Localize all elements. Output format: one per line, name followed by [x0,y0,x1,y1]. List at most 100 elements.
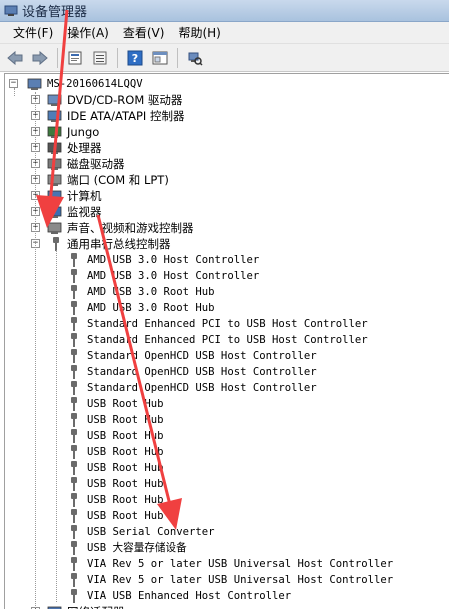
usb-device-icon [69,381,79,395]
usb-device-label: USB Serial Converter [87,526,215,538]
tree-category[interactable]: + 端口 (COM 和 LPT) [5,172,445,188]
usb-device-item[interactable]: AMD USB 3.0 Host Controller [5,252,445,268]
category-label: DVD/CD-ROM 驱动器 [67,93,183,107]
details-icon [93,51,107,64]
computer-icon [27,77,43,91]
ide-controller-icon [47,109,63,123]
usb-device-label: AMD USB 3.0 Root Hub [87,302,215,314]
usb-device-item[interactable]: USB Root Hub [5,460,445,476]
monitor-icon [47,205,63,219]
tree-category[interactable]: + 计算机 [5,188,445,204]
usb-device-icon [69,301,79,315]
usb-device-icon [69,349,79,363]
usb-device-item[interactable]: USB Root Hub [5,444,445,460]
usb-device-icon [69,541,79,555]
menu-file[interactable]: 文件(F) [6,22,60,43]
usb-device-icon [69,477,79,491]
usb-device-label: Standard OpenHCD USB Host Controller [87,350,317,362]
usb-device-item[interactable]: Standard Enhanced PCI to USB Host Contro… [5,332,445,348]
menu-help[interactable]: 帮助(H) [171,22,227,43]
network-adapter-icon [47,605,63,609]
category-label: IDE ATA/ATAPI 控制器 [67,109,185,123]
tree-category[interactable]: + 处理器 [5,140,445,156]
tree-category[interactable]: + DVD/CD-ROM 驱动器 [5,92,445,108]
category-label: 网络适配器 [67,604,125,609]
usb-device-icon [69,365,79,379]
usb-device-item[interactable]: Standard OpenHCD USB Host Controller [5,348,445,364]
tree-row[interactable]: − MS-20160614LQQV [5,76,445,92]
usb-device-label: AMD USB 3.0 Host Controller [87,270,260,282]
usb-device-item[interactable]: VIA Rev 5 or later USB Universal Host Co… [5,556,445,572]
usb-device-icon [69,317,79,331]
window-title: 设备管理器 [22,5,88,20]
usb-device-label: USB Root Hub [87,494,164,506]
usb-device-label: USB Root Hub [87,414,164,426]
usb-device-label: AMD USB 3.0 Root Hub [87,286,215,298]
usb-device-label: USB Root Hub [87,478,164,490]
usb-device-label: Standard OpenHCD USB Host Controller [87,382,317,394]
category-label: 处理器 [67,141,102,155]
view-button[interactable] [149,47,171,69]
usb-device-icon [69,573,79,587]
usb-icon [51,237,61,251]
usb-device-icon [69,557,79,571]
usb-device-icon [69,461,79,475]
usb-device-item[interactable]: AMD USB 3.0 Root Hub [5,300,445,316]
menu-action[interactable]: 操作(A) [60,22,116,43]
tree-category[interactable]: + IDE ATA/ATAPI 控制器 [5,108,445,124]
tree-connector [14,88,15,96]
scan-hardware-button[interactable] [184,47,206,69]
properties-button[interactable] [64,47,86,69]
help-button[interactable]: ? [124,47,146,69]
usb-device-item[interactable]: VIA USB Enhanced Host Controller [5,588,445,604]
usb-device-item[interactable]: Standard OpenHCD USB Host Controller [5,380,445,396]
port-icon [47,173,63,187]
back-button[interactable] [4,47,26,69]
usb-device-item[interactable]: AMD USB 3.0 Host Controller [5,268,445,284]
device-tree[interactable]: − MS-20160614LQQV + DVD/CD-ROM 驱动器 + IDE ATA/… [4,73,449,609]
usb-device-label: USB Root Hub [87,510,164,522]
usb-device-item[interactable]: VIA Rev 5 or later USB Universal Host Co… [5,572,445,588]
properties-icon [68,51,82,64]
tree-category[interactable]: + 声音、视频和游戏控制器 [5,220,445,236]
usb-device-item[interactable]: USB Serial Converter [5,524,445,540]
root-label: MS-20160614LQQV [47,78,143,90]
root-expander[interactable]: − [9,79,18,88]
usb-device-icon [69,525,79,539]
usb-device-item[interactable]: USB Root Hub [5,492,445,508]
usb-device-icon [69,429,79,443]
usb-device-item[interactable]: USB 大容量存储设备 [5,540,445,556]
usb-device-icon [69,589,79,603]
usb-device-label: USB Root Hub [87,398,164,410]
tree-connector [35,92,36,609]
usb-device-icon [69,285,79,299]
category-label: 声音、视频和游戏控制器 [67,221,194,235]
tree-category[interactable]: +网络适配器 [5,604,445,609]
usb-device-item[interactable]: USB Root Hub [5,508,445,524]
usb-device-icon [69,509,79,523]
title-bar: 设备管理器 [0,0,449,22]
usb-device-label: AMD USB 3.0 Host Controller [87,254,260,266]
processor-icon [47,141,63,155]
usb-device-item[interactable]: USB Root Hub [5,428,445,444]
back-icon [7,50,23,65]
tree-category[interactable]: − 通用串行总线控制器 [5,236,445,252]
usb-device-label: Standard OpenHCD USB Host Controller [87,366,317,378]
forward-button[interactable] [29,47,51,69]
usb-device-label: Standard Enhanced PCI to USB Host Contro… [87,318,368,330]
usb-device-item[interactable]: AMD USB 3.0 Root Hub [5,284,445,300]
usb-device-item[interactable]: USB Root Hub [5,412,445,428]
scan-hardware-icon [188,52,203,66]
usb-device-item[interactable]: USB Root Hub [5,476,445,492]
tree-category[interactable]: + 监视器 [5,204,445,220]
usb-device-label: USB Root Hub [87,446,164,458]
tree-category[interactable]: + Jungo [5,124,445,140]
usb-device-icon [69,253,79,267]
menu-view[interactable]: 查看(V) [116,22,172,43]
usb-device-label: Standard Enhanced PCI to USB Host Contro… [87,334,368,346]
usb-device-item[interactable]: USB Root Hub [5,396,445,412]
usb-device-item[interactable]: Standard Enhanced PCI to USB Host Contro… [5,316,445,332]
tree-category[interactable]: + 磁盘驱动器 [5,156,445,172]
details-button[interactable] [89,47,111,69]
usb-device-item[interactable]: Standard OpenHCD USB Host Controller [5,364,445,380]
